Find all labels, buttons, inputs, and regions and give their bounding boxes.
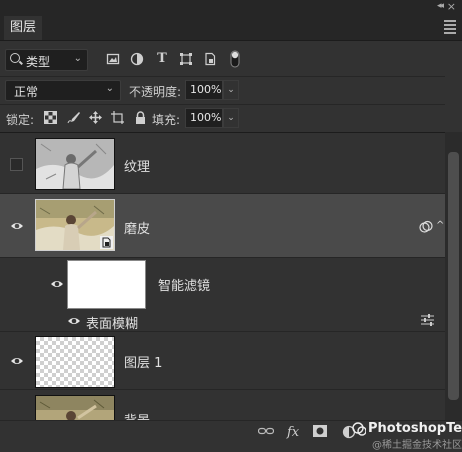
divider <box>0 76 445 77</box>
lock-paint-icon[interactable] <box>67 111 80 124</box>
blend-mode-value: 正常 <box>14 85 39 99</box>
layer-thumbnail <box>35 199 115 251</box>
collapse-panel-icon[interactable]: ◂◂ <box>437 1 444 11</box>
close-panel-icon[interactable]: × <box>447 0 456 13</box>
layer-thumbnail <box>35 138 115 190</box>
eye-icon[interactable] <box>50 277 64 291</box>
tab-layers[interactable]: 图层 <box>4 16 43 40</box>
image-filter-icon[interactable] <box>106 52 120 66</box>
layers-scrollbar-thumb[interactable] <box>448 152 459 400</box>
panel-menu-icon[interactable] <box>444 20 456 36</box>
lock-artboard-icon[interactable] <box>111 111 124 124</box>
add-mask-icon[interactable] <box>313 425 327 440</box>
layer-name[interactable]: 磨皮 <box>124 218 150 237</box>
smart-filters-label: 智能滤镜 <box>158 279 211 294</box>
panel-top-strip: ◂◂ × <box>0 0 462 14</box>
layer-row-layer-1[interactable]: 图层 1 <box>0 332 445 390</box>
filter-effect-name[interactable]: 表面模糊 <box>86 313 138 332</box>
opacity-input[interactable]: 100% <box>185 80 223 100</box>
smart-filter-mask-thumbnail[interactable] <box>67 260 146 309</box>
filter-toggle-icon[interactable] <box>228 50 242 68</box>
panel-tab-bar: 图层 <box>0 14 462 41</box>
layer-filter-kind-select[interactable]: 类型 ⌄ <box>5 49 88 71</box>
shape-filter-icon[interactable] <box>179 52 193 66</box>
blend-mode-select[interactable]: 正常 ⌄ <box>5 80 121 101</box>
eye-icon[interactable] <box>67 314 81 328</box>
layer-thumbnail <box>35 395 115 420</box>
chevron-down-icon: ⌄ <box>73 53 82 64</box>
lock-transparent-icon[interactable] <box>44 111 57 124</box>
layer-row-texture[interactable]: 纹理 <box>0 133 445 194</box>
smart-object-filter-icon[interactable] <box>203 52 217 66</box>
visibility-toggle-off[interactable] <box>10 158 23 171</box>
layer-thumbnail-transparent <box>35 336 115 388</box>
layer-row-skin-smoothing[interactable]: 磨皮 ^ <box>0 194 445 258</box>
filter-blending-options-icon[interactable] <box>421 314 434 329</box>
opacity-label: 不透明度: <box>129 85 182 99</box>
smart-object-badge-icon <box>100 236 113 249</box>
filter-effect-row[interactable]: 表面模糊 <box>0 310 445 332</box>
smart-filter-indicator-icon[interactable] <box>419 220 433 237</box>
layer-name[interactable]: 纹理 <box>124 156 150 175</box>
lock-position-icon[interactable] <box>89 111 102 124</box>
link-layers-icon[interactable] <box>257 425 275 440</box>
layer-name[interactable]: 图层 1 <box>124 352 162 371</box>
opacity-dropdown-icon[interactable]: ⌄ <box>223 80 239 100</box>
lock-label: 锁定: <box>6 113 35 127</box>
fill-dropdown-icon[interactable]: ⌄ <box>223 108 239 128</box>
search-icon <box>10 53 20 63</box>
chevron-down-icon: ⌄ <box>105 83 114 94</box>
filter-kind-label: 类型 <box>26 55 51 69</box>
watermark-text: PhotoshopTea <box>368 421 462 436</box>
collapse-effects-icon[interactable]: ^ <box>436 220 444 231</box>
divider <box>0 104 445 105</box>
watermark-logo-icon <box>352 422 367 439</box>
eye-icon[interactable] <box>10 354 24 368</box>
lock-all-icon[interactable] <box>134 111 147 124</box>
layer-row-background[interactable]: 背景 <box>0 390 445 420</box>
eye-icon[interactable] <box>10 219 24 233</box>
fill-label: 填充: <box>152 113 181 127</box>
fx-icon[interactable]: fx <box>287 425 299 440</box>
smart-filters-row[interactable]: 智能滤镜 <box>0 258 445 310</box>
layer-name[interactable]: 背景 <box>124 410 150 420</box>
adjustment-filter-icon[interactable] <box>130 52 144 66</box>
watermark-subtext: @稀土掘金技术社区 <box>372 440 462 451</box>
fill-input[interactable]: 100% <box>185 108 223 128</box>
type-filter-icon[interactable]: T <box>155 52 169 66</box>
